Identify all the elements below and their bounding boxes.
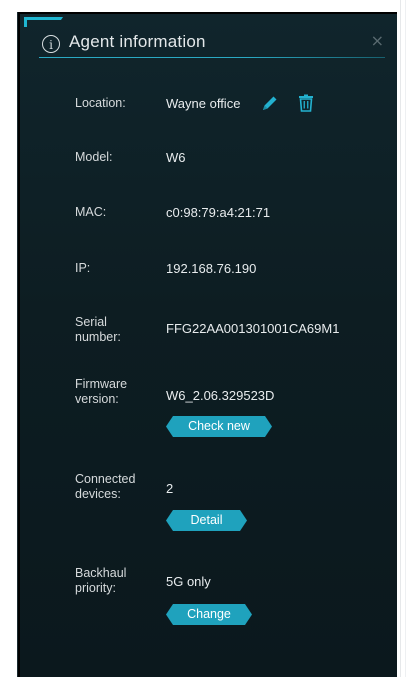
firmware-value: W6_2.06.329523D xyxy=(166,388,275,403)
mac-value: c0:98:79:a4:21:71 xyxy=(166,205,271,220)
ip-value: 192.168.76.190 xyxy=(166,261,257,276)
info-icon: i xyxy=(42,35,60,53)
location-value: Wayne office xyxy=(166,96,241,111)
firmware-label: Firmware version: xyxy=(75,377,128,406)
model-value: W6 xyxy=(166,150,186,165)
serial-label: Serial number: xyxy=(75,315,121,344)
mac-label: MAC: xyxy=(75,205,107,219)
check-new-button[interactable]: Check new xyxy=(166,416,272,437)
dialog-title: Agent information xyxy=(69,32,206,51)
ip-label: IP: xyxy=(75,261,91,275)
dialog-header: i Agent information × xyxy=(42,31,387,65)
close-icon[interactable]: × xyxy=(371,31,384,50)
corner-accent xyxy=(24,17,64,20)
connected-devices-label: Connected devices: xyxy=(75,472,136,501)
divider xyxy=(400,0,401,677)
backhaul-label: Backhaul priority: xyxy=(75,566,127,595)
header-divider xyxy=(39,57,385,58)
backhaul-value: 5G only xyxy=(166,574,211,589)
location-label: Location: xyxy=(75,96,126,110)
divider xyxy=(405,0,406,677)
trash-icon[interactable] xyxy=(296,93,316,113)
corner-accent xyxy=(24,17,27,27)
pencil-icon[interactable] xyxy=(260,93,280,113)
model-label: Model: xyxy=(75,150,113,164)
serial-value: FFG22AA001301001CA69M1 xyxy=(166,321,340,336)
detail-button[interactable]: Detail xyxy=(166,510,247,531)
background-edge xyxy=(397,0,409,677)
change-button[interactable]: Change xyxy=(166,604,252,625)
connected-devices-value: 2 xyxy=(166,481,174,496)
